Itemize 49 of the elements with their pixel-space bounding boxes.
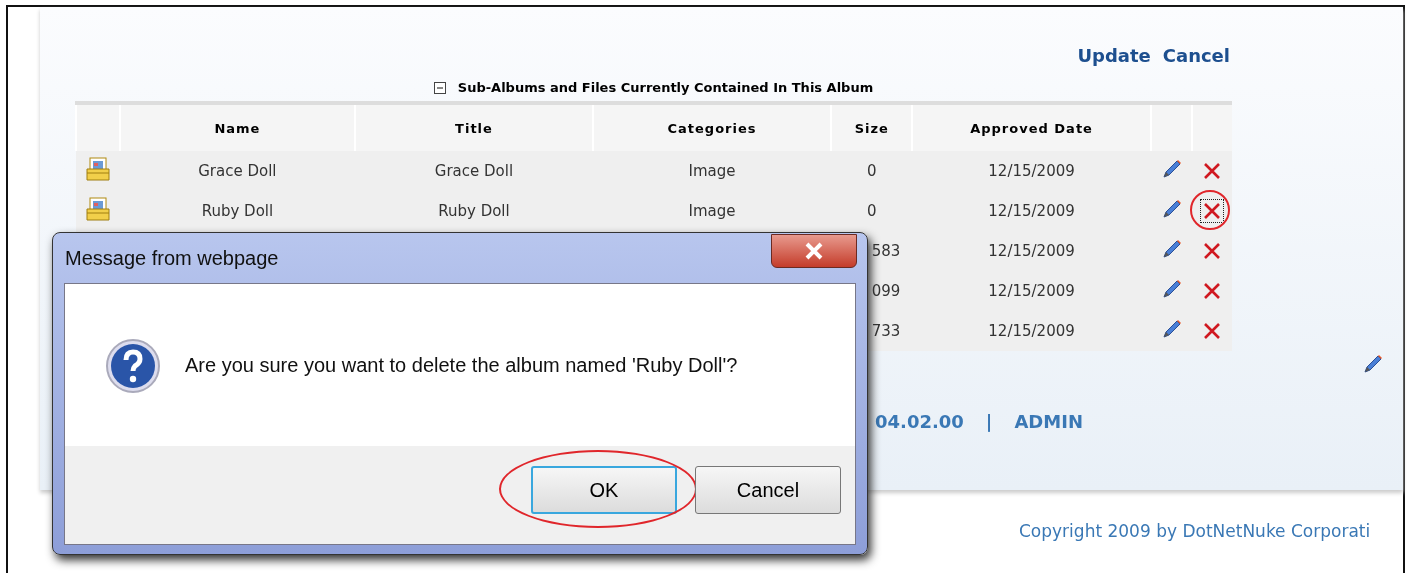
- separator-text: |: [985, 411, 993, 432]
- table-cell: 583: [871, 242, 901, 260]
- collapse-icon[interactable]: [433, 81, 446, 94]
- delete-icon[interactable]: [1203, 201, 1222, 220]
- table-cell: Image: [688, 202, 736, 220]
- copyright-text: Copyright 2009 by DotNetNuke Corporati: [1019, 521, 1371, 541]
- action-link[interactable]: Update: [1077, 45, 1151, 66]
- table-cell: Ruby Doll: [201, 202, 274, 220]
- album-icon: [84, 196, 111, 222]
- table-cell: 12/15/2009: [988, 242, 1075, 260]
- table-cell: 12/15/2009: [988, 322, 1075, 340]
- table-cell: 12/15/2009: [988, 282, 1075, 300]
- pencil-icon[interactable]: [1160, 318, 1183, 340]
- delete-icon[interactable]: [1203, 241, 1222, 260]
- version-text: 04.02.00: [875, 411, 964, 432]
- question-icon: [105, 337, 161, 394]
- table-cell: Image: [688, 162, 736, 180]
- table-cell: 733: [871, 322, 901, 340]
- pencil-icon[interactable]: [1160, 158, 1183, 180]
- pencil-icon[interactable]: [1160, 278, 1183, 300]
- table-cell: 12/15/2009: [988, 202, 1075, 220]
- table-cell: 099: [871, 282, 901, 300]
- dialog-title: Message from webpage: [65, 247, 279, 270]
- dialog-button[interactable]: OK: [531, 466, 677, 514]
- section-title: Sub-Albums and Files Currently Contained In This Album: [457, 80, 874, 95]
- table-cell: 0: [867, 202, 877, 220]
- close-button[interactable]: [771, 234, 857, 268]
- pencil-icon[interactable]: [1362, 353, 1384, 375]
- action-link[interactable]: Cancel: [1162, 45, 1230, 66]
- dialog-button[interactable]: Cancel: [695, 466, 841, 514]
- delete-icon[interactable]: [1203, 281, 1222, 300]
- close-icon: [803, 242, 825, 260]
- column-header: Title: [355, 103, 593, 151]
- column-header: Categories: [592, 103, 832, 151]
- table-cell: Grace Doll: [434, 162, 514, 180]
- table-cell: Ruby Doll: [438, 202, 510, 220]
- table-cell: 0: [867, 162, 877, 180]
- delete-icon[interactable]: [1203, 321, 1222, 340]
- admin-link[interactable]: ADMIN: [1014, 411, 1083, 432]
- column-header: Size: [831, 103, 913, 151]
- dialog-message: Are you sure you want to delete the album named 'Ruby Doll'?: [185, 354, 738, 377]
- column-header: Name: [119, 103, 356, 151]
- column-header: Approved Date: [912, 103, 1151, 151]
- table-cell: Grace Doll: [198, 162, 277, 180]
- table-cell: 12/15/2009: [988, 162, 1075, 180]
- album-icon: [84, 156, 111, 182]
- delete-icon[interactable]: [1203, 161, 1222, 180]
- pencil-icon[interactable]: [1160, 198, 1183, 220]
- pencil-icon[interactable]: [1160, 238, 1183, 260]
